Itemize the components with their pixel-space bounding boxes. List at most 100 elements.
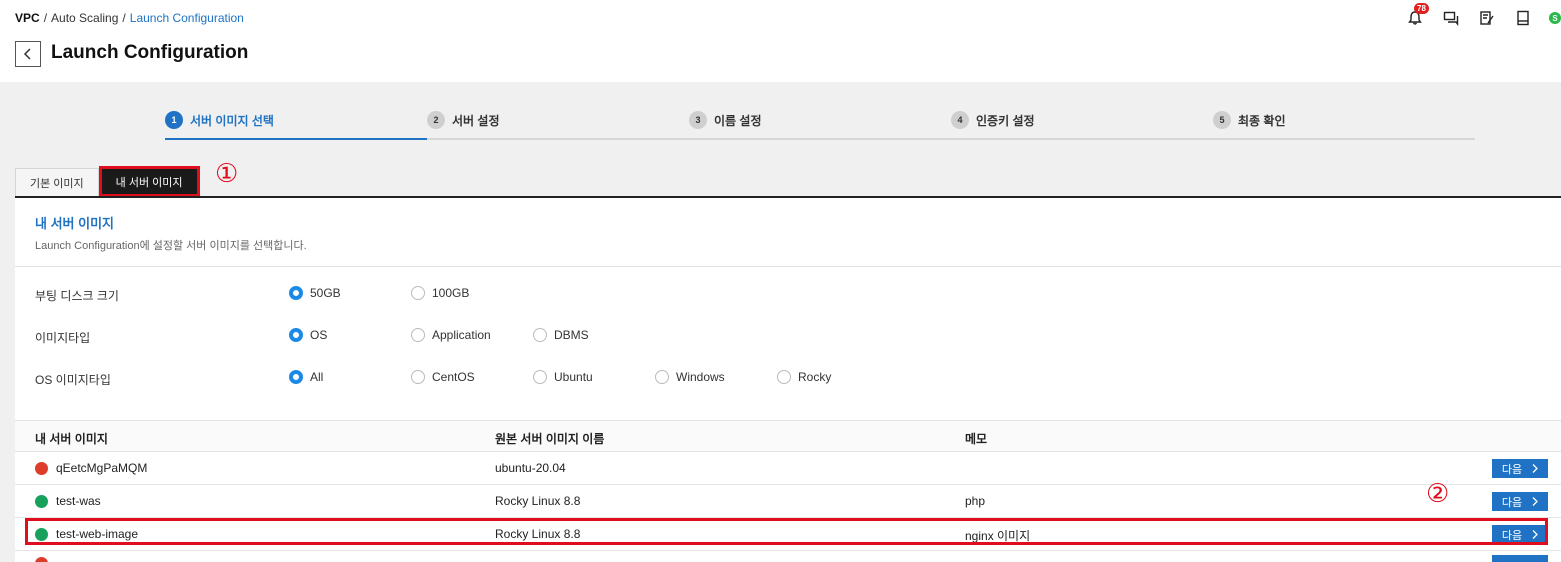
rocky-linux-icon xyxy=(35,494,48,508)
chevron-right-icon xyxy=(1532,497,1539,506)
step-server-image[interactable]: 1 서버 이미지 선택 xyxy=(165,111,274,129)
cell-image-name: test-was xyxy=(35,494,101,508)
panel-description: Launch Configuration에 설정할 서버 이미지를 선택합니다. xyxy=(35,240,307,252)
radio-100gb[interactable]: 100GB xyxy=(411,286,469,300)
divider xyxy=(15,266,1561,267)
breadcrumb: VPC / Auto Scaling / Launch Configuratio… xyxy=(15,11,244,25)
cell-memo: php xyxy=(965,494,986,508)
radio-dot xyxy=(289,286,303,300)
user-avatar[interactable]: S xyxy=(1549,12,1561,24)
cell-source-image: ubuntu-20.04 xyxy=(495,461,566,475)
wizard-steps: 1 서버 이미지 선택 2 서버 설정 3 이름 설정 4 인증키 설정 5 최… xyxy=(165,108,1475,140)
chat-button[interactable] xyxy=(1441,8,1461,28)
chat-icon xyxy=(1443,11,1459,26)
breadcrumb-auto-scaling[interactable]: Auto Scaling xyxy=(51,11,118,25)
step-number: 2 xyxy=(427,111,445,129)
radio-label: Rocky xyxy=(798,370,832,384)
next-button-label: 다음 xyxy=(1501,463,1523,476)
radio-os[interactable]: OS xyxy=(289,328,327,342)
edit-button[interactable] xyxy=(1477,8,1497,28)
column-header-memo: 메모 xyxy=(965,432,988,446)
radio-dot xyxy=(411,370,425,384)
radio-label: All xyxy=(310,370,324,384)
column-header-source-image: 원본 서버 이미지 이름 xyxy=(495,432,605,446)
page-title: Launch Configuration xyxy=(51,42,249,63)
radio-50gb[interactable]: 50GB xyxy=(289,286,341,300)
next-button[interactable]: 다음 xyxy=(1492,459,1548,478)
step-final-confirm[interactable]: 5 최종 확인 xyxy=(1213,111,1286,129)
radio-ubuntu[interactable]: Ubuntu xyxy=(533,370,593,384)
radio-dot xyxy=(533,328,547,342)
breadcrumb-vpc[interactable]: VPC xyxy=(15,11,40,25)
radio-dot xyxy=(655,370,669,384)
radio-application[interactable]: Application xyxy=(411,328,491,342)
radio-label: OS xyxy=(310,328,328,342)
step-server-settings[interactable]: 2 서버 설정 xyxy=(427,111,500,129)
chevron-right-icon xyxy=(1532,464,1539,473)
next-button[interactable] xyxy=(1492,555,1548,562)
radio-all[interactable]: All xyxy=(289,370,323,384)
radio-dot xyxy=(411,328,425,342)
step-auth-key[interactable]: 4 인증키 설정 xyxy=(951,111,1035,129)
step-label: 인증키 설정 xyxy=(976,113,1035,128)
step-number: 4 xyxy=(951,111,969,129)
table-header: 내 서버 이미지 원본 서버 이미지 이름 메모 xyxy=(15,420,1561,452)
book-icon xyxy=(1517,10,1529,26)
tab-my-server-image[interactable]: 내 서버 이미지 xyxy=(98,166,200,197)
os-image-type-row: OS 이미지타입 All CentOS Ubuntu Windows Rocky xyxy=(35,368,1535,388)
image-name-text: qEetcMgPaMQM xyxy=(56,461,148,475)
annotation-two: ② xyxy=(1426,479,1450,509)
ubuntu-icon xyxy=(35,461,48,475)
step-label: 서버 설정 xyxy=(452,113,500,128)
ubuntu-icon xyxy=(35,557,48,562)
option-label: 부팅 디스크 크기 xyxy=(35,289,119,303)
selected-row-highlight xyxy=(25,518,1548,545)
breadcrumb-separator: / xyxy=(43,11,48,25)
next-button[interactable]: 다음 xyxy=(1492,492,1548,511)
top-header: VPC / Auto Scaling / Launch Configuratio… xyxy=(0,0,1561,82)
image-tabs: 기본 이미지 내 서버 이미지 xyxy=(15,166,200,197)
radio-label: 100GB xyxy=(432,286,470,300)
option-label: 이미지타입 xyxy=(35,331,91,345)
breadcrumb-separator: / xyxy=(122,11,126,25)
table-row[interactable]: qEetcMgPaMQM ubuntu-20.04 다음 xyxy=(15,452,1561,485)
radio-dot xyxy=(777,370,791,384)
tab-default-image[interactable]: 기본 이미지 xyxy=(15,168,99,196)
notification-badge: 78 xyxy=(1414,3,1429,14)
radio-dot xyxy=(289,328,303,342)
boot-disk-size-row: 부팅 디스크 크기 50GB 100GB xyxy=(35,284,1535,304)
breadcrumb-current: Launch Configuration xyxy=(129,11,244,25)
radio-dbms[interactable]: DBMS xyxy=(533,328,589,342)
radio-rocky[interactable]: Rocky xyxy=(777,370,831,384)
cell-image-name: qEetcMgPaMQM xyxy=(35,461,147,475)
step-label: 최종 확인 xyxy=(1238,113,1286,128)
radio-label: Windows xyxy=(676,370,725,384)
radio-label: DBMS xyxy=(554,328,589,342)
step-label: 이름 설정 xyxy=(714,113,762,128)
next-button-label: 다음 xyxy=(1501,496,1523,509)
docs-button[interactable] xyxy=(1513,8,1533,28)
step-number: 1 xyxy=(165,111,183,129)
radio-dot xyxy=(411,286,425,300)
notifications-button[interactable]: 78 xyxy=(1405,3,1429,28)
column-header-my-image: 내 서버 이미지 xyxy=(35,432,108,446)
image-name-text: test-was xyxy=(56,494,101,508)
chevron-left-icon xyxy=(23,48,31,60)
table-row[interactable] xyxy=(15,551,1561,562)
step-label: 서버 이미지 선택 xyxy=(190,113,274,128)
radio-dot xyxy=(289,370,303,384)
step-name-settings[interactable]: 3 이름 설정 xyxy=(689,111,762,129)
radio-dot xyxy=(533,370,547,384)
radio-label: Ubuntu xyxy=(554,370,593,384)
radio-centos[interactable]: CentOS xyxy=(411,370,475,384)
cell-source-image: Rocky Linux 8.8 xyxy=(495,494,581,508)
radio-windows[interactable]: Windows xyxy=(655,370,725,384)
panel-title: 내 서버 이미지 xyxy=(35,216,114,231)
cell-image-name xyxy=(35,557,48,562)
radio-label: 50GB xyxy=(310,286,341,300)
back-button[interactable] xyxy=(15,41,41,67)
step-number: 3 xyxy=(689,111,707,129)
table-row[interactable]: test-was Rocky Linux 8.8 php 다음 xyxy=(15,485,1561,518)
radio-label: CentOS xyxy=(432,370,475,384)
edit-icon xyxy=(1480,11,1494,25)
